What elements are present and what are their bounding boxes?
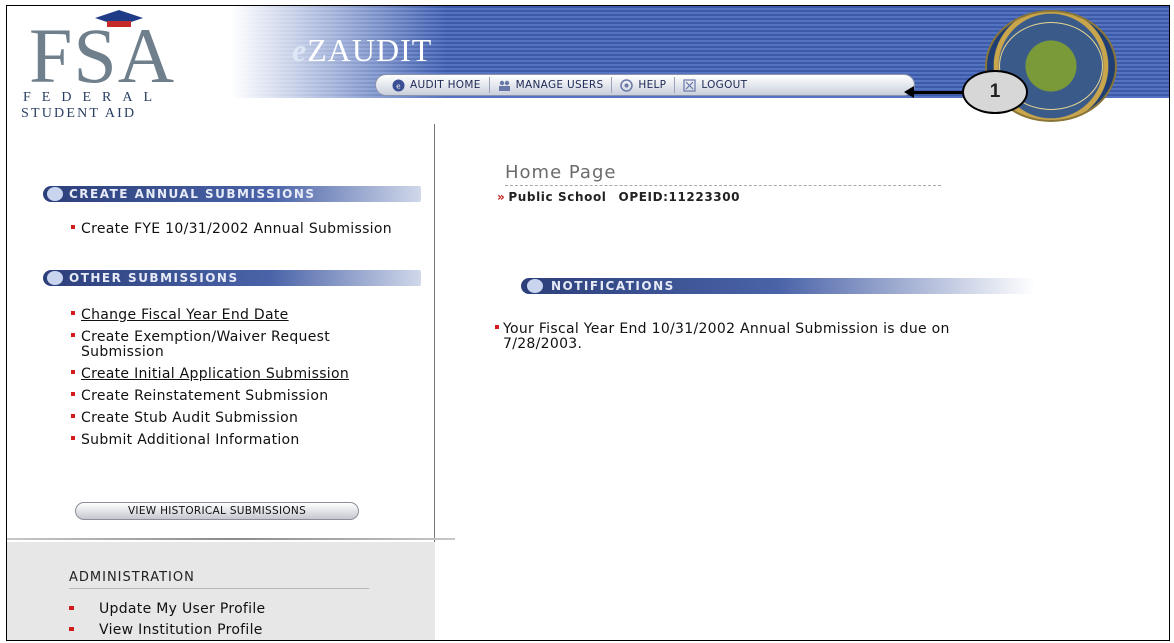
- ez-icon: e: [392, 79, 405, 91]
- ez-icon: [527, 279, 543, 293]
- notifications-list: Your Fiscal Year End 10/31/2002 Annual S…: [495, 322, 955, 352]
- double-chevron-right-icon: »: [497, 190, 506, 204]
- notifications-header: NOTIFICATIONS: [521, 278, 1035, 294]
- sidebar-item-stub-audit[interactable]: Create Stub Audit Submission: [71, 411, 411, 426]
- create-annual-header-text: CREATE ANNUAL SUBMISSIONS: [69, 187, 316, 201]
- ez-icon: [47, 187, 63, 201]
- institution-opeid: OPEID:11223300: [618, 190, 741, 204]
- browser-frame: FSA FEDERAL STUDENT AID eZAUDIT e AUDIT …: [6, 5, 1170, 641]
- nav-logout-label: LOGOUT: [701, 79, 748, 91]
- sidebar-item-create-fye[interactable]: Create FYE 10/31/2002 Annual Submission: [71, 222, 411, 237]
- app-title-prefix: e: [292, 32, 308, 68]
- admin-item-label: Update My User Profile: [99, 601, 266, 617]
- nav-manage-users[interactable]: MANAGE USERS: [490, 77, 613, 93]
- sidebar-item-change-fiscal-year[interactable]: Change Fiscal Year End Date: [71, 308, 411, 323]
- nav-manage-users-label: MANAGE USERS: [515, 79, 604, 91]
- sidebar-item-reinstatement[interactable]: Create Reinstatement Submission: [71, 389, 411, 404]
- create-annual-list: Create FYE 10/31/2002 Annual Submission: [71, 222, 411, 244]
- nav-logout[interactable]: LOGOUT: [675, 77, 755, 93]
- other-submissions-list: Change Fiscal Year End Date Create Exemp…: [71, 308, 411, 455]
- administration-title: ADMINISTRATION: [69, 570, 195, 585]
- callout-number: 1: [962, 70, 1028, 114]
- administration-rule: [69, 588, 369, 589]
- admin-item-label: View Institution Profile: [99, 622, 263, 638]
- notifications-header-text: NOTIFICATIONS: [551, 279, 675, 293]
- administration-panel: ADMINISTRATION Update My User Profile Vi…: [7, 542, 435, 640]
- create-annual-header: CREATE ANNUAL SUBMISSIONS: [43, 186, 421, 202]
- sidebar-item-label: Create Exemption/Waiver Request Submissi…: [81, 329, 331, 360]
- admin-item-update-profile[interactable]: Update My User Profile: [69, 602, 265, 617]
- users-icon: [498, 80, 510, 91]
- logo-student-aid-text: STUDENT AID: [21, 106, 137, 121]
- other-submissions-header-text: OTHER SUBMISSIONS: [69, 271, 239, 285]
- sidebar-item-label: Submit Additional Information: [81, 432, 300, 448]
- header: FSA FEDERAL STUDENT AID eZAUDIT e AUDIT …: [7, 6, 1169, 124]
- fsa-logo[interactable]: FSA FEDERAL STUDENT AID: [15, 10, 210, 122]
- title-divider: [505, 185, 941, 186]
- institution-name: Public School: [508, 190, 607, 204]
- sidebar-item-additional-info[interactable]: Submit Additional Information: [71, 433, 411, 448]
- sidebar-item-label: Create Stub Audit Submission: [81, 410, 299, 426]
- sidebar-item-label: Create FYE 10/31/2002 Annual Submission: [81, 221, 392, 237]
- nav-help[interactable]: HELP: [612, 77, 676, 93]
- sidebar: CREATE ANNUAL SUBMISSIONS Create FYE 10/…: [7, 124, 455, 640]
- sidebar-item-label: Create Initial Application Submission: [81, 366, 350, 382]
- page-title: Home Page: [505, 162, 617, 183]
- svg-text:e: e: [396, 82, 401, 90]
- logo-fsa-text: FSA: [29, 12, 176, 99]
- sidebar-item-exemption-waiver[interactable]: Create Exemption/Waiver Request Submissi…: [71, 330, 411, 360]
- institution-info: » Public School OPEID:11223300: [497, 190, 740, 204]
- sidebar-divider: [7, 538, 455, 540]
- sidebar-item-initial-application[interactable]: Create Initial Application Submission: [71, 367, 411, 382]
- other-submissions-header: OTHER SUBMISSIONS: [43, 270, 421, 286]
- help-icon: [620, 78, 634, 92]
- notification-item: Your Fiscal Year End 10/31/2002 Annual S…: [495, 322, 955, 352]
- nav-audit-home[interactable]: e AUDIT HOME: [384, 77, 490, 93]
- view-historical-submissions-button[interactable]: VIEW HISTORICAL SUBMISSIONS: [75, 502, 359, 520]
- sidebar-item-label: Create Reinstatement Submission: [81, 388, 329, 404]
- admin-item-view-institution[interactable]: View Institution Profile: [69, 623, 265, 638]
- app-title: eZAUDIT: [292, 32, 432, 69]
- nav-audit-home-label: AUDIT HOME: [410, 79, 481, 91]
- logo-federal-text: FEDERAL: [23, 90, 163, 105]
- notification-text: Your Fiscal Year End 10/31/2002 Annual S…: [503, 321, 950, 352]
- top-nav: e AUDIT HOME MANAGE USERS HELP LOGOUT: [375, 74, 915, 96]
- sidebar-item-label: Change Fiscal Year End Date: [81, 307, 289, 323]
- administration-list: Update My User Profile View Institution …: [69, 602, 265, 640]
- ez-icon: [47, 271, 63, 285]
- logout-icon: [683, 78, 696, 92]
- app-title-main: ZAUDIT: [307, 32, 433, 68]
- nav-help-label: HELP: [638, 79, 667, 91]
